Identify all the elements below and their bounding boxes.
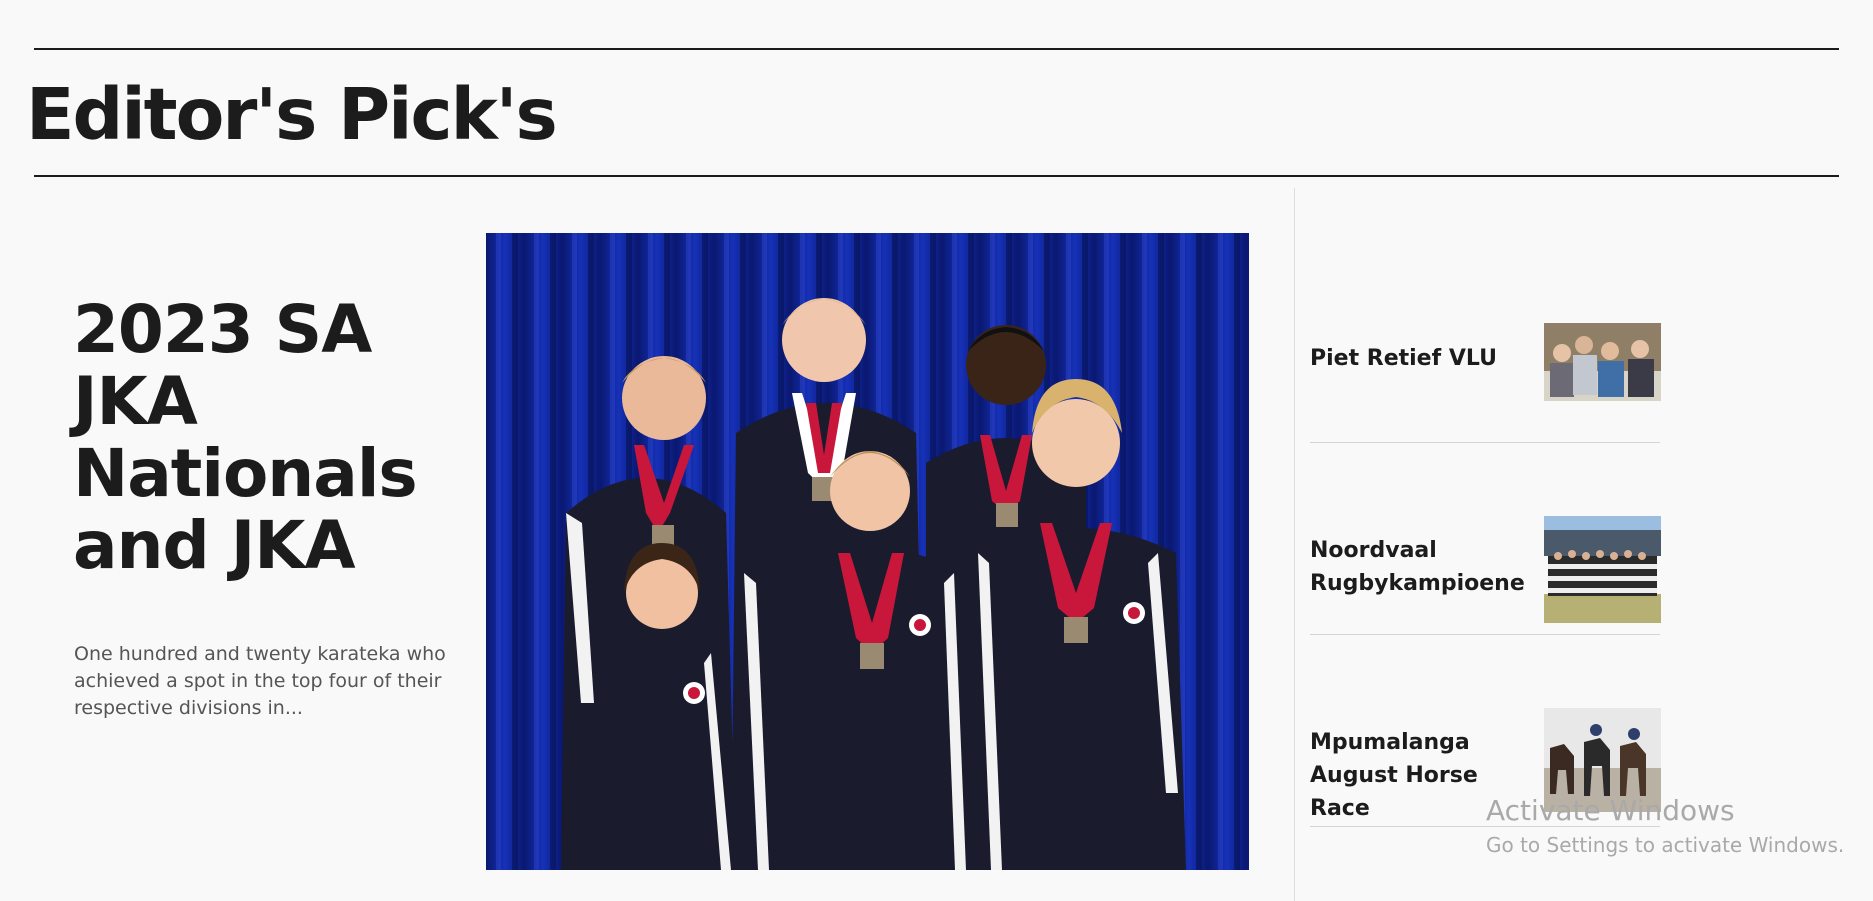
side-item-thumbnail[interactable]	[1544, 516, 1661, 623]
feature-article-title[interactable]: 2023 SA JKA Nationals and JKA	[73, 294, 463, 582]
side-item-title[interactable]: Noordvaal Rugbykampioene	[1310, 534, 1536, 600]
side-item-separator	[1310, 634, 1660, 635]
side-list-item[interactable]: Piet Retief VLU	[1310, 310, 1661, 443]
side-list-item[interactable]: Noordvaal Rugbykampioene	[1310, 502, 1661, 635]
feature-article-image[interactable]	[486, 233, 1249, 870]
side-item-separator	[1310, 442, 1660, 443]
side-item-thumbnail[interactable]	[1544, 708, 1661, 812]
side-list-item[interactable]: Mpumalanga August Horse Race	[1310, 694, 1661, 827]
feature-article-summary: One hundred and twenty karateka who achi…	[74, 643, 446, 719]
side-item-separator	[1310, 826, 1660, 827]
side-item-thumbnail[interactable]	[1544, 323, 1661, 401]
section-bottom-rule	[34, 175, 1839, 177]
watermark-subtitle: Go to Settings to activate Windows.	[1486, 833, 1845, 857]
side-item-title[interactable]: Piet Retief VLU	[1310, 342, 1536, 375]
side-item-title[interactable]: Mpumalanga August Horse Race	[1310, 726, 1536, 825]
section-top-rule	[34, 48, 1839, 50]
column-divider	[1294, 188, 1295, 901]
section-title: Editor's Pick's	[26, 73, 558, 156]
